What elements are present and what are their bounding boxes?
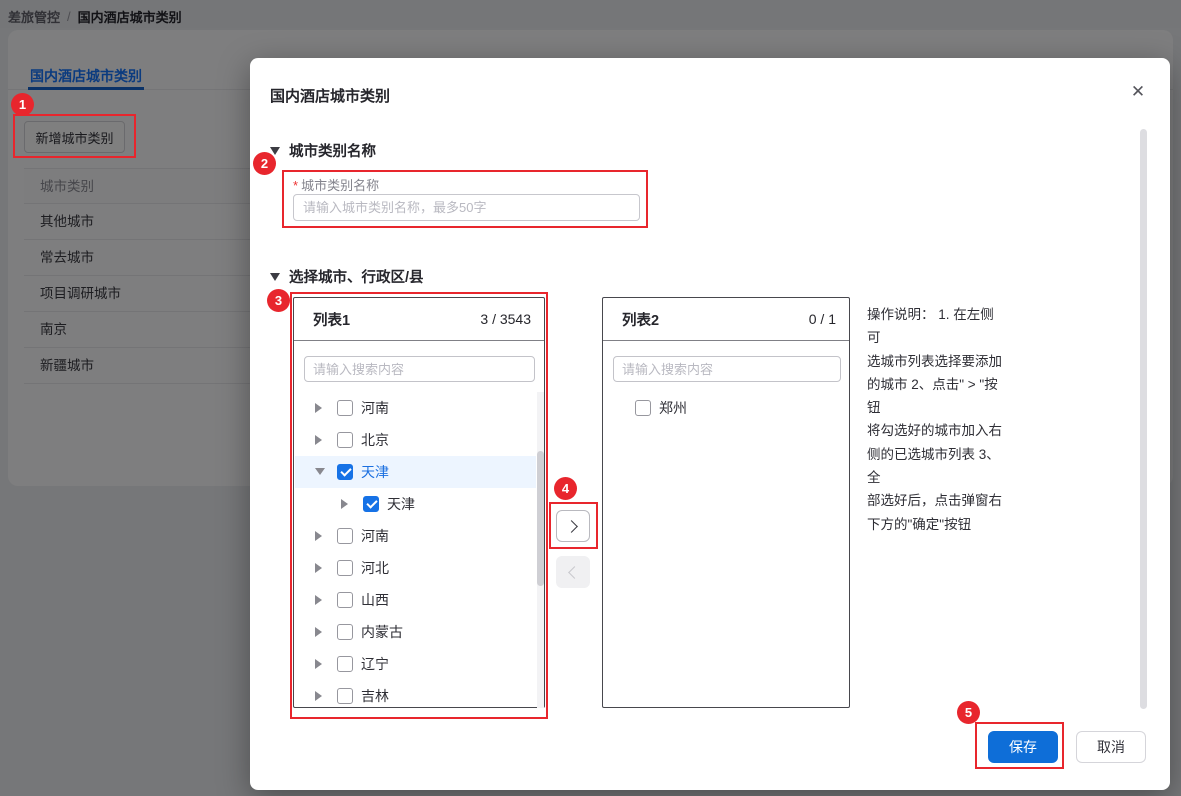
annotation-badge-2: 2 [253, 152, 276, 175]
target-city-list: 郑州 [603, 392, 849, 706]
annotation-badge-4: 4 [554, 477, 577, 500]
name-section-title: 城市类别名称 [289, 144, 376, 160]
city-section-title: 选择城市、行政区/县 [289, 270, 424, 286]
annotation-badge-1: 1 [11, 93, 34, 116]
city-section-header[interactable]: 选择城市、行政区/县 [270, 266, 424, 287]
cancel-button[interactable]: 取消 [1076, 731, 1146, 763]
close-icon[interactable]: ✕ [1126, 80, 1150, 104]
list-item-label: 郑州 [659, 400, 687, 416]
annotation-rect-1 [13, 114, 136, 158]
dialog-scrollbar[interactable] [1140, 129, 1147, 709]
target-panel-title: 列表2 [622, 312, 660, 329]
annotation-rect-3 [290, 292, 548, 719]
checkbox[interactable] [635, 400, 651, 416]
annotation-rect-2 [282, 170, 648, 228]
target-panel-count: 0 / 1 [808, 311, 836, 327]
move-left-button-disabled [556, 556, 590, 588]
transfer-panel-target: 列表2 0 / 1 郑州 [602, 297, 850, 708]
target-panel-header: 列表2 0 / 1 [603, 298, 849, 341]
dialog-title: 国内酒店城市类别 [270, 88, 391, 105]
annotation-badge-3: 3 [267, 289, 290, 312]
annotation-rect-4 [549, 502, 598, 549]
screen: 差旅管控 / 国内酒店城市类别 国内酒店城市类别 新增城市类别 城市类别 其他城… [0, 0, 1181, 796]
list-item[interactable]: 郑州 [604, 392, 845, 424]
name-section-header[interactable]: 城市类别名称 [270, 140, 376, 161]
caret-down-icon [270, 146, 280, 155]
operation-instructions: 操作说明： 1. 在左侧可 选城市列表选择要添加 的城市 2、点击" > "按钮… [867, 307, 1002, 532]
chevron-left-icon [568, 565, 581, 579]
annotation-badge-5: 5 [957, 701, 980, 724]
annotation-rect-5 [975, 722, 1064, 769]
target-search-input[interactable] [613, 356, 841, 382]
caret-down-icon [270, 272, 280, 281]
